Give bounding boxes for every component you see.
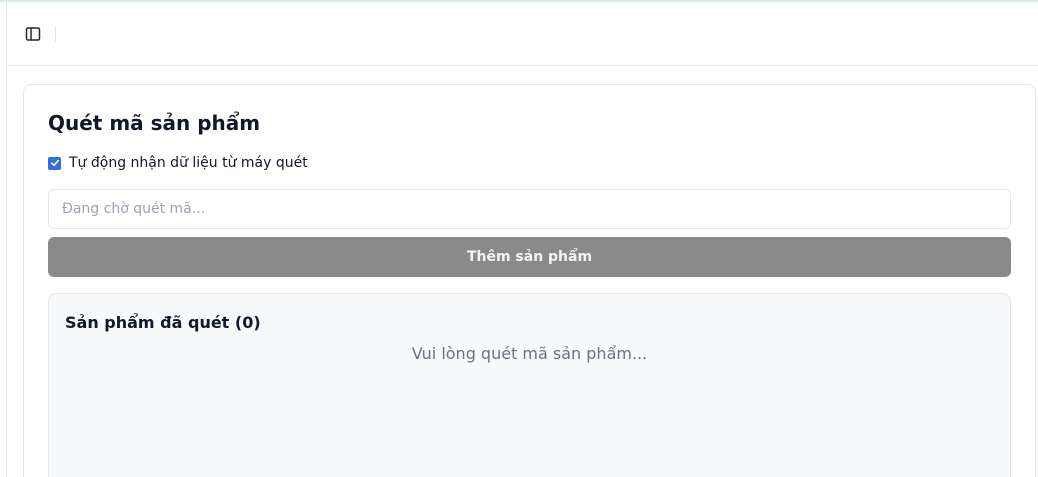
checkmark-icon: [50, 159, 59, 167]
sidebar-toggle-button[interactable]: [23, 24, 43, 44]
left-sidebar-edge: [0, 2, 7, 477]
auto-receive-checkbox[interactable]: [48, 156, 61, 170]
empty-state-message: Vui lòng quét mã sản phẩm...: [411, 344, 648, 363]
scan-card: Quét mã sản phẩm Tự động nhận dữ liệu từ…: [23, 84, 1036, 477]
page-title: Quét mã sản phẩm: [48, 111, 261, 135]
topbar-divider: [55, 26, 56, 42]
sidebar-panel-icon: [25, 26, 41, 42]
auto-receive-option[interactable]: Tự động nhận dữ liệu từ máy quét: [48, 154, 308, 172]
scanned-products-panel: Sản phẩm đã quét (0) Vui lòng quét mã sả…: [48, 293, 1011, 477]
app-window: Quét mã sản phẩm Tự động nhận dữ liệu từ…: [0, 0, 1038, 477]
scanned-products-title: Sản phẩm đã quét (0): [65, 313, 261, 332]
barcode-input[interactable]: [48, 189, 1011, 229]
auto-receive-label: Tự động nhận dữ liệu từ máy quét: [69, 155, 308, 171]
top-bar: [7, 2, 1038, 66]
add-product-button[interactable]: Thêm sản phẩm: [48, 237, 1011, 277]
